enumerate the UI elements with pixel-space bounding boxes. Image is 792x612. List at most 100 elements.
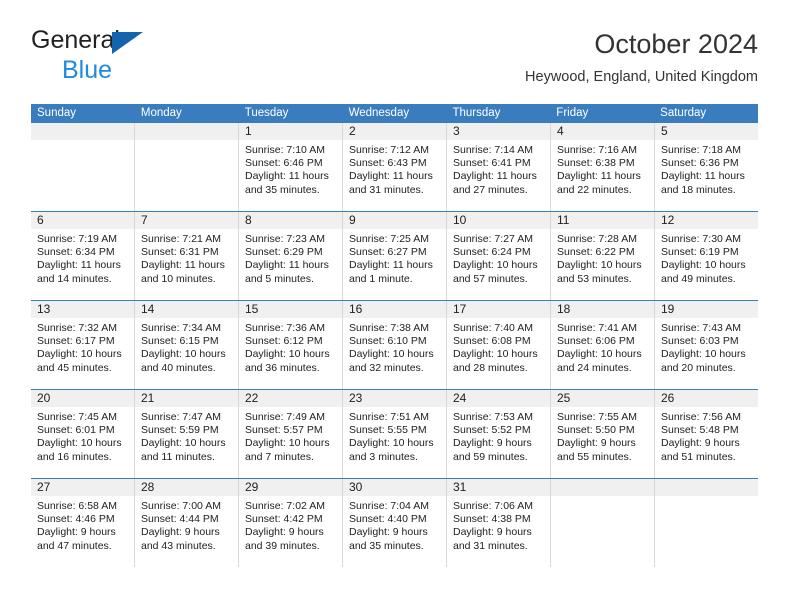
sunrise-time: Sunrise: 7:04 AM	[349, 500, 429, 512]
day-details: Sunrise: 7:02 AM Sunset: 4:42 PM Daylight:…	[239, 496, 342, 553]
general-blue-logo[interactable]: General Blue	[31, 28, 241, 86]
day-cell[interactable]: 29 Sunrise: 7:02 AM Sunset: 4:42 PM Dayligh…	[239, 479, 343, 567]
day-number: 1	[239, 123, 342, 140]
day-cell[interactable]: 12 Sunrise: 7:30 AM Sunset: 6:19 PM Dayligh…	[655, 212, 758, 300]
day-cell[interactable]: 8 Sunrise: 7:23 AM Sunset: 6:29 PM Daylight…	[239, 212, 343, 300]
sunrise-time: Sunrise: 7:43 AM	[661, 322, 741, 334]
sunset-time: Sunset: 6:24 PM	[453, 246, 531, 259]
sunset-time: Sunset: 5:59 PM	[141, 424, 219, 437]
day-cell[interactable]: 9 Sunrise: 7:25 AM Sunset: 6:27 PM Daylight…	[343, 212, 447, 300]
sunrise-time: Sunrise: 7:16 AM	[557, 144, 637, 156]
day-cell[interactable]: 27 Sunrise: 6:58 AM Sunset: 4:46 PM Dayligh…	[31, 479, 135, 567]
day-cell[interactable]: 10 Sunrise: 7:27 AM Sunset: 6:24 PM Dayligh…	[447, 212, 551, 300]
daylight-duration-line2: and 27 minutes.	[453, 183, 528, 196]
calendar-grid: Sunday Monday Tuesday Wednesday Thursday…	[31, 104, 758, 567]
daylight-duration-line2: and 39 minutes.	[245, 539, 320, 552]
day-details: Sunrise: 7:04 AM Sunset: 4:40 PM Daylight:…	[343, 496, 446, 553]
day-details: Sunrise: 7:25 AM Sunset: 6:27 PM Daylight:…	[343, 229, 446, 286]
sunset-time: Sunset: 6:22 PM	[557, 246, 635, 259]
daylight-duration-line2: and 1 minute.	[349, 272, 413, 285]
daylight-duration-line2: and 59 minutes.	[453, 450, 528, 463]
daylight-duration-line1: Daylight: 9 hours	[37, 526, 116, 539]
daylight-duration-line2: and 40 minutes.	[141, 361, 216, 374]
day-cell[interactable]: 18 Sunrise: 7:41 AM Sunset: 6:06 PM Dayligh…	[551, 301, 655, 389]
day-cell[interactable]: 1 Sunrise: 7:10 AM Sunset: 6:46 PM Daylight…	[239, 123, 343, 211]
daylight-duration-line2: and 11 minutes.	[141, 450, 215, 463]
day-number: 11	[551, 212, 654, 229]
day-cell[interactable]: 30 Sunrise: 7:04 AM Sunset: 4:40 PM Dayligh…	[343, 479, 447, 567]
sunset-time: Sunset: 6:19 PM	[661, 246, 739, 259]
day-cell[interactable]: 22 Sunrise: 7:49 AM Sunset: 5:57 PM Dayligh…	[239, 390, 343, 478]
sunset-time: Sunset: 5:55 PM	[349, 424, 427, 437]
day-number: 24	[447, 390, 550, 407]
sunset-time: Sunset: 4:42 PM	[245, 513, 323, 526]
day-cell[interactable]: 3 Sunrise: 7:14 AM Sunset: 6:41 PM Daylight…	[447, 123, 551, 211]
day-number: 22	[239, 390, 342, 407]
day-cell[interactable]: 5 Sunrise: 7:18 AM Sunset: 6:36 PM Daylight…	[655, 123, 758, 211]
sunrise-time: Sunrise: 7:23 AM	[245, 233, 325, 245]
calendar-week-row: 6 Sunrise: 7:19 AM Sunset: 6:34 PM Daylight…	[31, 211, 758, 300]
daylight-duration-line2: and 36 minutes.	[245, 361, 320, 374]
day-details: Sunrise: 7:40 AM Sunset: 6:08 PM Daylight:…	[447, 318, 550, 375]
day-cell[interactable]: 4 Sunrise: 7:16 AM Sunset: 6:38 PM Daylight…	[551, 123, 655, 211]
daylight-duration-line2: and 45 minutes.	[37, 361, 112, 374]
day-details: Sunrise: 7:32 AM Sunset: 6:17 PM Daylight:…	[31, 318, 134, 375]
day-details: Sunrise: 7:10 AM Sunset: 6:46 PM Daylight:…	[239, 140, 342, 197]
sunrise-time: Sunrise: 7:21 AM	[141, 233, 221, 245]
sunset-time: Sunset: 6:29 PM	[245, 246, 323, 259]
day-number: 19	[655, 301, 758, 318]
weekday-header-wednesday: Wednesday	[348, 107, 410, 119]
day-cell[interactable]: 24 Sunrise: 7:53 AM Sunset: 5:52 PM Dayligh…	[447, 390, 551, 478]
sunset-time: Sunset: 5:50 PM	[557, 424, 635, 437]
day-number: 5	[655, 123, 758, 140]
day-cell[interactable]: 25 Sunrise: 7:55 AM Sunset: 5:50 PM Dayligh…	[551, 390, 655, 478]
day-cell[interactable]: 11 Sunrise: 7:28 AM Sunset: 6:22 PM Dayligh…	[551, 212, 655, 300]
day-cell[interactable]: 17 Sunrise: 7:40 AM Sunset: 6:08 PM Dayligh…	[447, 301, 551, 389]
daylight-duration-line2: and 10 minutes.	[141, 272, 216, 285]
daylight-duration-line1: Daylight: 10 hours	[245, 437, 330, 450]
day-cell[interactable]: 19 Sunrise: 7:43 AM Sunset: 6:03 PM Dayligh…	[655, 301, 758, 389]
day-cell[interactable]: 2 Sunrise: 7:12 AM Sunset: 6:43 PM Daylight…	[343, 123, 447, 211]
daylight-duration-line1: Daylight: 11 hours	[245, 259, 329, 272]
day-cell[interactable]: 7 Sunrise: 7:21 AM Sunset: 6:31 PM Daylight…	[135, 212, 239, 300]
day-details: Sunrise: 7:00 AM Sunset: 4:44 PM Daylight:…	[135, 496, 238, 553]
day-cell[interactable]: 23 Sunrise: 7:51 AM Sunset: 5:55 PM Dayligh…	[343, 390, 447, 478]
day-number: 16	[343, 301, 446, 318]
sunset-time: Sunset: 4:40 PM	[349, 513, 427, 526]
day-cell[interactable]: 16 Sunrise: 7:38 AM Sunset: 6:10 PM Dayligh…	[343, 301, 447, 389]
day-cell[interactable]: 31 Sunrise: 7:06 AM Sunset: 4:38 PM Dayligh…	[447, 479, 551, 567]
day-details: Sunrise: 7:56 AM Sunset: 5:48 PM Daylight:…	[655, 407, 758, 464]
daylight-duration-line1: Daylight: 10 hours	[37, 348, 122, 361]
day-cell[interactable]: 26 Sunrise: 7:56 AM Sunset: 5:48 PM Dayligh…	[655, 390, 758, 478]
daylight-duration-line1: Daylight: 11 hours	[349, 259, 433, 272]
daylight-duration-line1: Daylight: 10 hours	[661, 259, 746, 272]
daylight-duration-line2: and 43 minutes.	[141, 539, 216, 552]
daylight-duration-line2: and 20 minutes.	[661, 361, 736, 374]
day-cell[interactable]: 28 Sunrise: 7:00 AM Sunset: 4:44 PM Dayligh…	[135, 479, 239, 567]
sunset-time: Sunset: 6:31 PM	[141, 246, 219, 259]
daylight-duration-line2: and 49 minutes.	[661, 272, 736, 285]
day-cell-empty	[135, 123, 239, 211]
day-cell[interactable]: 14 Sunrise: 7:34 AM Sunset: 6:15 PM Dayligh…	[135, 301, 239, 389]
day-cell[interactable]: 20 Sunrise: 7:45 AM Sunset: 6:01 PM Dayligh…	[31, 390, 135, 478]
daylight-duration-line2: and 7 minutes.	[245, 450, 314, 463]
daylight-duration-line2: and 57 minutes.	[453, 272, 528, 285]
daylight-duration-line2: and 55 minutes.	[557, 450, 632, 463]
day-cell[interactable]: 15 Sunrise: 7:36 AM Sunset: 6:12 PM Dayligh…	[239, 301, 343, 389]
daylight-duration-line2: and 32 minutes.	[349, 361, 424, 374]
day-details: Sunrise: 7:43 AM Sunset: 6:03 PM Daylight:…	[655, 318, 758, 375]
day-cell[interactable]: 6 Sunrise: 7:19 AM Sunset: 6:34 PM Daylight…	[31, 212, 135, 300]
daylight-duration-line2: and 3 minutes.	[349, 450, 418, 463]
day-cell[interactable]: 21 Sunrise: 7:47 AM Sunset: 5:59 PM Dayligh…	[135, 390, 239, 478]
day-details: Sunrise: 7:41 AM Sunset: 6:06 PM Daylight:…	[551, 318, 654, 375]
calendar-page: General Blue October 2024 Heywood, Engla…	[0, 0, 792, 612]
sunrise-time: Sunrise: 7:56 AM	[661, 411, 741, 423]
sunset-time: Sunset: 6:46 PM	[245, 157, 323, 170]
sunrise-time: Sunrise: 7:12 AM	[349, 144, 429, 156]
sunset-time: Sunset: 5:48 PM	[661, 424, 739, 437]
day-cell[interactable]: 13 Sunrise: 7:32 AM Sunset: 6:17 PM Dayligh…	[31, 301, 135, 389]
day-details: Sunrise: 7:45 AM Sunset: 6:01 PM Daylight:…	[31, 407, 134, 464]
day-number: 9	[343, 212, 446, 229]
daylight-duration-line1: Daylight: 9 hours	[245, 526, 324, 539]
calendar-weeks: 1 Sunrise: 7:10 AM Sunset: 6:46 PM Daylight…	[31, 123, 758, 567]
